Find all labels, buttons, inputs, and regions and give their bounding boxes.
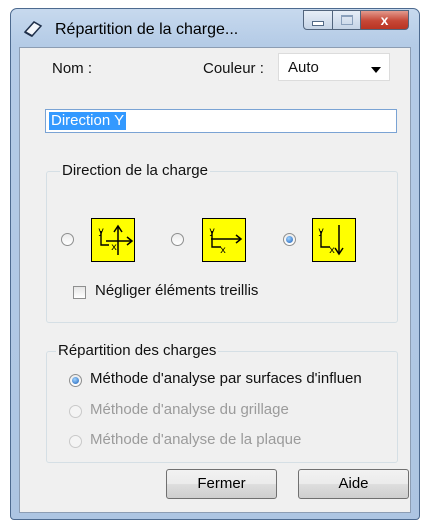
color-select[interactable]: Auto [278, 53, 390, 81]
ignore-truss-checkbox[interactable] [73, 286, 86, 299]
close-button[interactable]: Fermer [166, 469, 277, 499]
method-plate-radio [69, 435, 82, 448]
window-title: Répartition de la charge... [55, 21, 239, 38]
radio-selected-dot [286, 236, 293, 243]
direction-xy-radio[interactable] [61, 233, 74, 246]
maximize-button [333, 10, 361, 30]
distribution-group-title: Répartition des charges [56, 342, 219, 359]
direction-x-radio[interactable] [171, 233, 184, 246]
direction-y-radio[interactable] [283, 233, 296, 246]
title-bar[interactable]: Répartition de la charge... x [11, 9, 419, 47]
method-grid-label: Méthode d'analyse du grillage [90, 401, 289, 418]
load-direction-xy-icon[interactable]: y x [91, 218, 135, 262]
direction-group-title: Direction de la charge [60, 162, 210, 179]
method-plate-label: Méthode d'analyse de la plaque [90, 431, 302, 448]
maximize-icon [340, 15, 353, 25]
axis-x-label: x [220, 245, 226, 256]
close-window-button[interactable]: x [361, 10, 409, 30]
name-input-value: Direction Y [49, 112, 127, 130]
radio-selected-dot [72, 377, 79, 384]
minimize-button[interactable] [303, 10, 333, 30]
load-direction-x-icon[interactable]: y x [202, 218, 246, 262]
minimize-icon [312, 20, 324, 26]
app-icon [23, 21, 43, 37]
chevron-down-icon[interactable] [371, 67, 381, 73]
close-icon: x [380, 12, 389, 28]
color-select-value: Auto [288, 59, 319, 76]
name-input[interactable]: Direction Y [45, 109, 397, 133]
method-influence-label: Méthode d'analyse par surfaces d'influen [90, 370, 362, 387]
method-grid-radio [69, 405, 82, 418]
axis-x-label: x [111, 242, 117, 253]
load-direction-y-icon[interactable]: y x [312, 218, 356, 262]
color-label: Couleur : [203, 60, 264, 77]
ignore-truss-label: Négliger éléments treillis [95, 282, 259, 299]
axis-x-label: x [329, 245, 335, 256]
help-button[interactable]: Aide [298, 469, 409, 499]
method-influence-radio[interactable] [69, 374, 82, 387]
name-label: Nom : [52, 60, 93, 77]
